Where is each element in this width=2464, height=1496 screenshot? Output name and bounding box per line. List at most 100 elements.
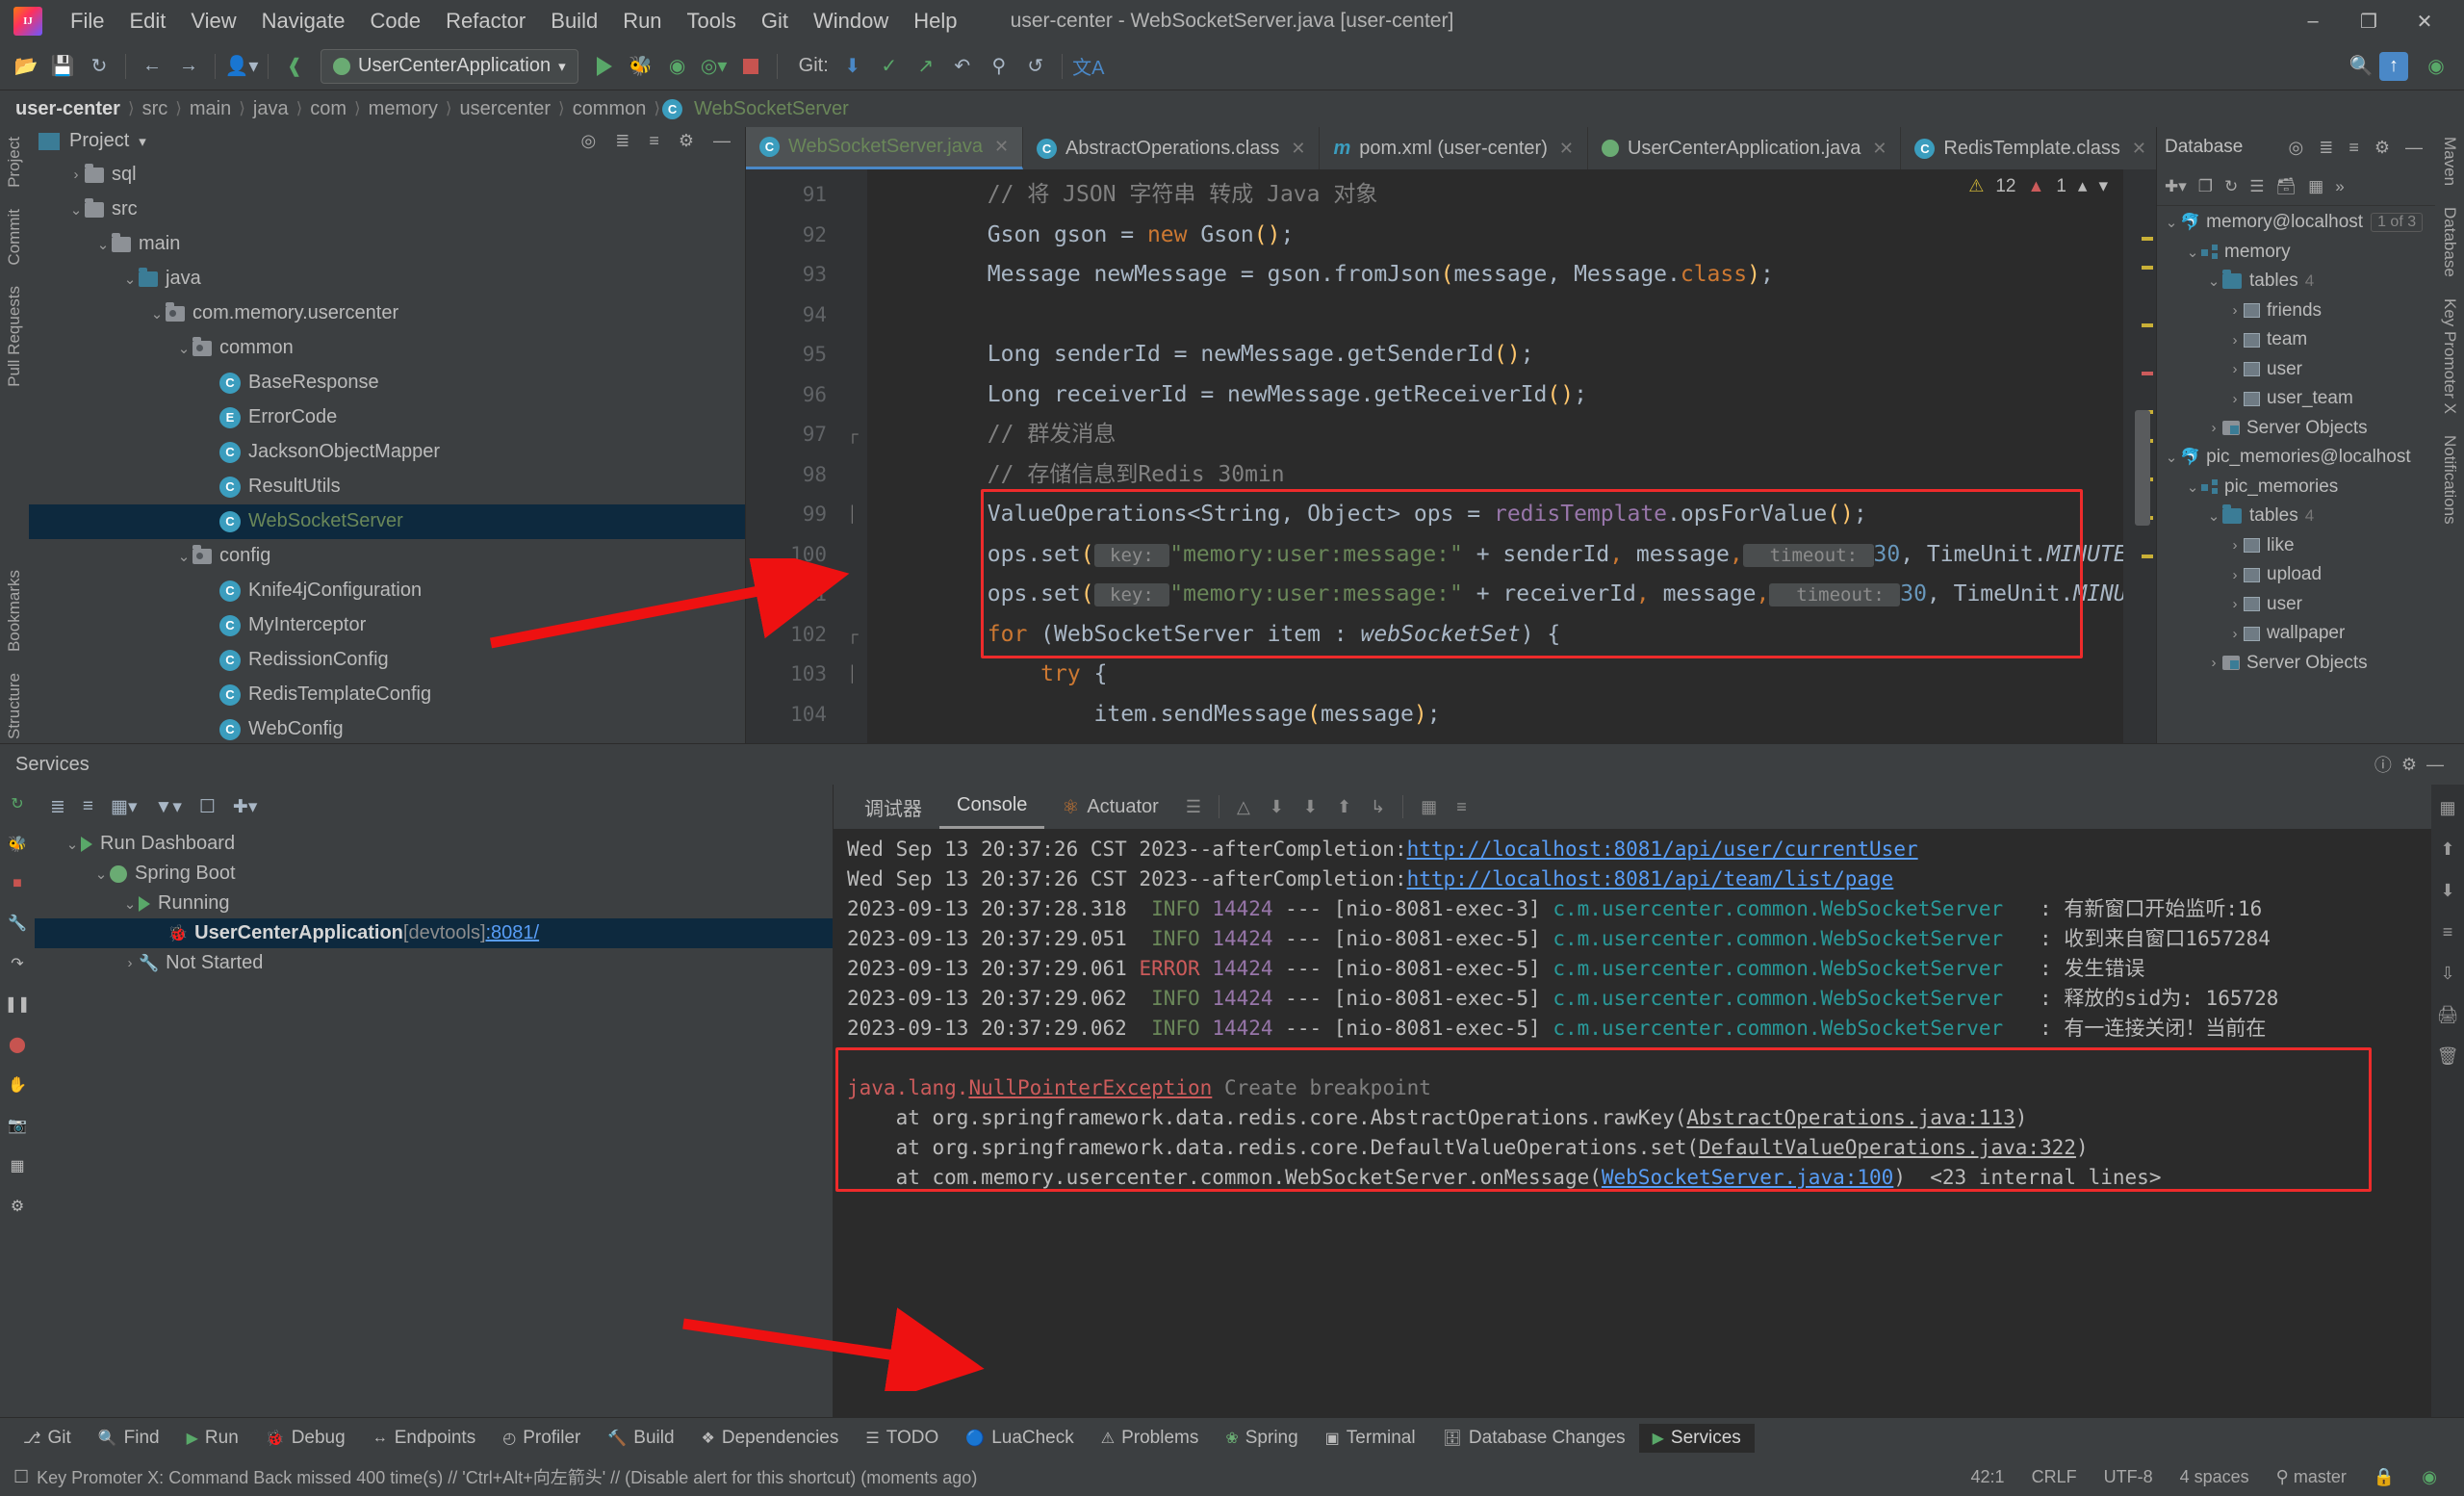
database-tree-node[interactable]: › Server Objects bbox=[2157, 414, 2435, 444]
chevron-right-icon[interactable]: › bbox=[2226, 361, 2244, 377]
group-icon[interactable]: ▦▾ bbox=[111, 796, 138, 818]
database-tree-node[interactable]: ⌄ 🐬 memory@localhost 1 of 3 bbox=[2157, 208, 2435, 238]
code-line[interactable]: for (WebSocketServer item : webSocketSet… bbox=[867, 615, 2123, 656]
console-log-line[interactable]: 2023-09-13 20:37:29.062 INFO 14424 --- [… bbox=[834, 984, 2431, 1014]
layout-icon[interactable]: ▦ bbox=[10, 1156, 24, 1175]
menu-run[interactable]: Run bbox=[610, 5, 674, 38]
stacktrace-line[interactable]: at org.springframework.data.redis.core.D… bbox=[834, 1133, 2431, 1163]
project-tree[interactable]: › sql ⌄ src ⌄ main ⌄ java ⌄ com.memory.usercenter… bbox=[29, 156, 745, 743]
project-tree-node[interactable]: ⌄ config bbox=[29, 539, 745, 574]
wrap-text-icon[interactable]: ↳ bbox=[1361, 797, 1395, 817]
chevron-right-icon[interactable]: › bbox=[2226, 302, 2244, 319]
stacktrace-line[interactable]: at com.memory.usercenter.common.WebSocke… bbox=[834, 1163, 2431, 1193]
database-tree-node[interactable]: › like bbox=[2157, 531, 2435, 561]
gear-icon[interactable]: ⚙ bbox=[2397, 755, 2422, 775]
breadcrumb-item-common[interactable]: common bbox=[567, 98, 653, 120]
toolwindow-button-spring[interactable]: ❀ Spring bbox=[1212, 1424, 1311, 1453]
export-icon[interactable]: ⇩ bbox=[2440, 964, 2454, 984]
breakpoint-icon[interactable]: ⬤ bbox=[9, 1035, 26, 1054]
chevron-right-icon[interactable]: › bbox=[2226, 332, 2244, 348]
refresh-icon[interactable]: ↻ bbox=[2224, 177, 2238, 196]
chevron-down-icon[interactable]: ⌄ bbox=[148, 305, 166, 322]
console-segment[interactable]: http://localhost:8081/api/user/currentUs… bbox=[1407, 838, 1918, 861]
breadcrumb-item-main[interactable]: main bbox=[184, 98, 237, 120]
soft-wrap-icon[interactable]: ≡ bbox=[2443, 922, 2453, 942]
filter-icon[interactable]: ▼▾ bbox=[155, 796, 182, 818]
console-tab-bar[interactable]: 调试器 Console ⚛ Actuator ☰ △ ⬇ ⬇ ⬆ ↳ ▦ ≡ bbox=[834, 785, 2431, 829]
table-view-icon[interactable]: ▦ bbox=[2308, 177, 2323, 196]
git-branch[interactable]: ⚲ master bbox=[2263, 1467, 2360, 1487]
ide-status-icon[interactable]: ◉ bbox=[2418, 48, 2454, 85]
toolwindow-button-services[interactable]: ▶ Services bbox=[1638, 1423, 1755, 1453]
code-line[interactable]: Long senderId = newMessage.getSenderId()… bbox=[867, 335, 2123, 375]
project-tree-node[interactable]: C WebSocketServer bbox=[29, 503, 745, 539]
expand-all-icon[interactable]: ≣ bbox=[610, 131, 634, 151]
git-update-icon[interactable]: ⬇ bbox=[834, 48, 871, 85]
fold-marker[interactable]: ┌ bbox=[838, 615, 867, 656]
chevron-down-icon[interactable]: ⌄ bbox=[64, 836, 81, 853]
caret-position[interactable]: 42:1 bbox=[1958, 1467, 2018, 1487]
expand-all-icon[interactable]: ≣ bbox=[50, 796, 65, 818]
breadcrumb-item-usercenter[interactable]: usercenter bbox=[454, 98, 557, 120]
breadcrumb-item-src[interactable]: src bbox=[137, 98, 174, 120]
scroll-to-top-icon[interactable]: ⬆ bbox=[2440, 839, 2454, 860]
gear-icon[interactable]: ⚙ bbox=[2370, 138, 2395, 158]
database-tree-node[interactable]: ⌄ 🐬 pic_memories@localhost bbox=[2157, 443, 2435, 473]
stacktrace-line[interactable]: java.lang.NullPointerException Create br… bbox=[834, 1073, 2431, 1103]
console-log-line[interactable]: 2023-09-13 20:37:28.318 INFO 14424 --- [… bbox=[834, 894, 2431, 924]
strip-item-bookmarks[interactable]: Bookmarks bbox=[5, 566, 24, 656]
hide-panel-icon[interactable]: — bbox=[2422, 755, 2449, 775]
close-tab-icon[interactable]: ✕ bbox=[1872, 139, 1886, 159]
maximize-button[interactable]: ❐ bbox=[2341, 2, 2397, 40]
strip-item-key-promoter[interactable]: Key Promoter X bbox=[2440, 295, 2459, 418]
close-tab-icon[interactable]: ✕ bbox=[2132, 139, 2146, 159]
line-separator[interactable]: CRLF bbox=[2018, 1467, 2091, 1487]
database-tree-node[interactable]: › user bbox=[2157, 355, 2435, 385]
toolwindow-button-endpoints[interactable]: ↔ Endpoints bbox=[359, 1424, 490, 1453]
editor-gutter[interactable]: 9192939495969798991001011021031041051061… bbox=[746, 169, 838, 743]
strip-item-commit[interactable]: Commit bbox=[5, 205, 24, 270]
fold-marker[interactable] bbox=[838, 255, 867, 296]
database-tree-node[interactable]: › user bbox=[2157, 590, 2435, 620]
code-line[interactable]: ValueOperations<String, Object> ops = re… bbox=[867, 495, 2123, 535]
editor-tab[interactable]: C AbstractOperations.class ✕ bbox=[1023, 127, 1321, 169]
breadcrumb-item-com[interactable]: com bbox=[304, 98, 352, 120]
code-line[interactable]: ops.set( key: "memory:user:message:" + r… bbox=[867, 575, 2123, 615]
sync-icon[interactable]: ↻ bbox=[81, 48, 117, 85]
duplicate-icon[interactable]: ❐ bbox=[2198, 177, 2213, 196]
strip-item-database[interactable]: Database bbox=[2440, 203, 2459, 281]
delete-icon[interactable]: 🗑 bbox=[2437, 1046, 2459, 1067]
scroll-to-end-icon[interactable]: ⬇ bbox=[1294, 797, 1327, 817]
console-segment[interactable]: http://localhost:8081/api/team/list/page bbox=[1407, 867, 1894, 890]
code-line[interactable]: Message newMessage = gson.fromJson(messa… bbox=[867, 255, 2123, 296]
tool-window-bar[interactable]: ⎇ Git 🔍 Find ▶ Run 🐞 Debug ↔ Endpoints ◴ Profiler 🔨 B… bbox=[0, 1417, 2464, 1457]
strip-item-pull-requests[interactable]: Pull Requests bbox=[5, 282, 24, 391]
code-line[interactable]: // 将 JSON 字符串 转成 Java 对象 bbox=[867, 175, 2123, 216]
code-line[interactable]: item.sendMessage(message); bbox=[867, 695, 2123, 735]
menu-window[interactable]: Window bbox=[801, 5, 901, 38]
debug-icon[interactable]: 🐝 bbox=[623, 48, 659, 85]
code-line[interactable]: // 群发消息 bbox=[867, 415, 2123, 455]
database-tree[interactable]: ⌄ 🐬 memory@localhost 1 of 3 ⌄ memory ⌄ tables 4 ›… bbox=[2157, 206, 2435, 743]
menu-build[interactable]: Build bbox=[538, 5, 610, 38]
database-icon[interactable]: 🗃 bbox=[2276, 177, 2297, 196]
inspection-status[interactable]: ⚠ 12 ▲ 1 ▴ ▾ bbox=[1968, 175, 2108, 197]
toolwindow-button-terminal[interactable]: ▣ Terminal bbox=[1312, 1424, 1429, 1453]
settings-wrench-icon[interactable]: 🔧 bbox=[8, 914, 27, 933]
fold-marker[interactable] bbox=[838, 216, 867, 256]
chevron-down-icon[interactable]: ▾ bbox=[139, 133, 146, 150]
save-icon[interactable]: 💾 bbox=[44, 48, 81, 85]
database-tree-node[interactable]: › user_team bbox=[2157, 384, 2435, 414]
chevron-down-icon[interactable]: ⌄ bbox=[94, 236, 112, 253]
fold-marker[interactable]: │ bbox=[838, 735, 867, 743]
database-tree-node[interactable]: › upload bbox=[2157, 560, 2435, 590]
project-tree-node[interactable]: ⌄ com.memory.usercenter bbox=[29, 297, 745, 331]
chevron-down-icon[interactable]: ⌄ bbox=[2184, 244, 2201, 261]
fold-marker[interactable]: │ bbox=[838, 495, 867, 535]
git-branch-icon[interactable]: ⚲ bbox=[981, 48, 1017, 85]
collapse-all-icon[interactable]: ≡ bbox=[644, 131, 664, 151]
fold-marker[interactable] bbox=[838, 335, 867, 375]
console-tab[interactable]: Console bbox=[939, 785, 1045, 829]
lock-icon[interactable]: 🔒 bbox=[2360, 1467, 2408, 1487]
settings-gear-icon[interactable]: ⚙ bbox=[11, 1197, 24, 1216]
